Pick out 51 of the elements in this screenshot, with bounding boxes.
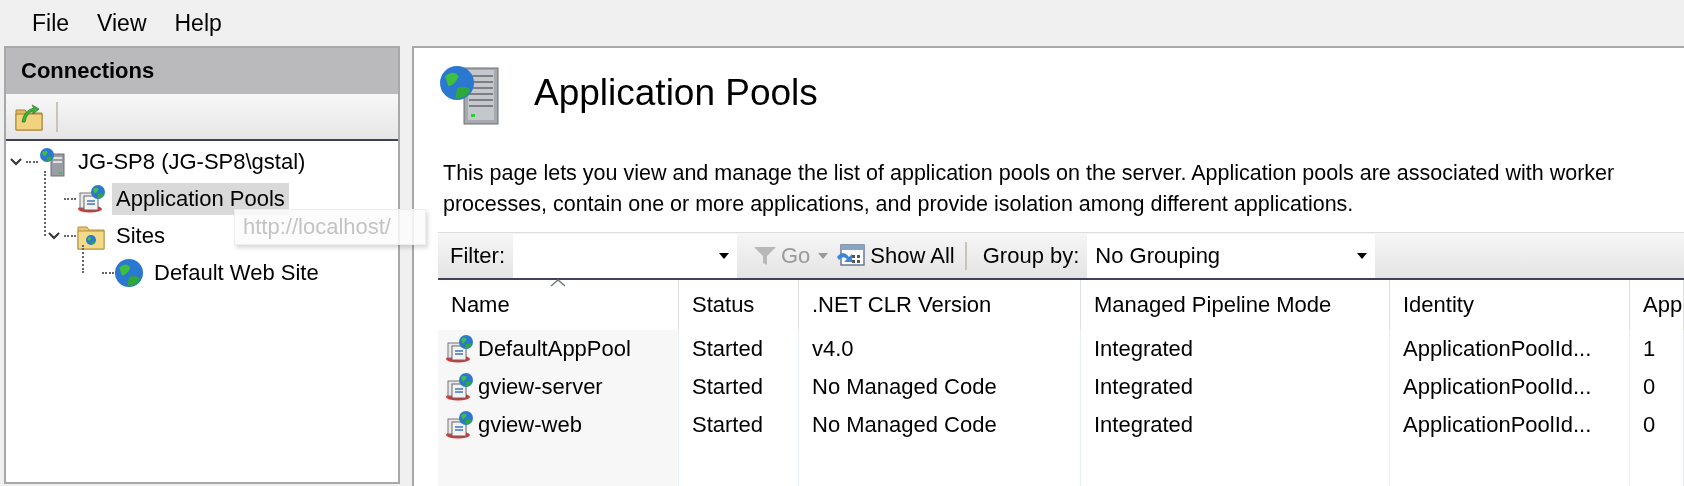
caret-icon: [1357, 252, 1368, 259]
panel-title: Connections: [6, 48, 398, 94]
tree-item[interactable]: Application Pools: [112, 182, 289, 215]
table-cell: Started: [692, 374, 763, 400]
menu-item[interactable]: Help: [160, 9, 236, 37]
table-cell: No Managed Code: [812, 412, 997, 438]
menu-item[interactable]: File: [18, 9, 84, 37]
column-header[interactable]: Status: [679, 280, 799, 330]
caret-icon: [719, 252, 729, 259]
app-pool-icon: [76, 183, 106, 214]
tree-item[interactable]: Default Web Site: [150, 256, 323, 289]
window-icon: [836, 242, 867, 269]
table-cell: 0: [1643, 374, 1656, 400]
tooltip: http://localhost/: [234, 209, 426, 245]
connector-line: [64, 197, 76, 200]
table-cell: v4.0: [812, 336, 854, 362]
table-cell: 0: [1643, 412, 1656, 438]
table-cell: Integrated: [1094, 412, 1194, 438]
app-pool-icon: [444, 410, 474, 440]
connector-line: [44, 171, 46, 236]
column-header[interactable]: Managed Pipeline Mode: [1081, 280, 1390, 330]
table-cell: No Managed Code: [812, 374, 997, 400]
menu-item[interactable]: View: [83, 9, 161, 37]
connector-line: [26, 160, 38, 163]
column-header[interactable]: App: [1630, 280, 1684, 330]
group-by-label: Group by:: [981, 242, 1081, 269]
table-cell: ApplicationPoolId...: [1403, 336, 1592, 362]
show-all-button[interactable]: Show All: [830, 242, 961, 269]
table-cell: Started: [692, 412, 763, 438]
table-cell: Started: [692, 336, 763, 362]
page-title: Application Pools: [534, 72, 818, 114]
page-description: This page lets you view and manage the list of application pools on the server. Application pools are associated with worker processes, contain one or more applications, and provide isolation among different applications.: [443, 160, 1616, 218]
funnel-icon: [753, 244, 777, 267]
connector-line: [82, 245, 84, 273]
column-header[interactable]: .NET CLR Version: [799, 280, 1081, 330]
caret-icon[interactable]: [818, 252, 829, 259]
filter-label: Filter:: [449, 242, 506, 269]
app-pool-icon: [444, 372, 474, 402]
group-by-dropdown[interactable]: No Grouping: [1087, 233, 1376, 278]
column-header[interactable]: Identity: [1390, 280, 1630, 330]
table-cell: ApplicationPoolId...: [1403, 412, 1592, 438]
app-pool-icon: [444, 334, 474, 364]
globe-icon: [114, 257, 144, 288]
table-cell: 1: [1643, 336, 1656, 362]
table-cell: ApplicationPoolId...: [1403, 374, 1592, 400]
tree-item[interactable]: Sites: [112, 219, 169, 252]
filter-field[interactable]: [513, 233, 737, 278]
server-icon: [38, 146, 68, 177]
table-cell: Integrated: [1094, 336, 1194, 362]
tree-item[interactable]: JG-SP8 (JG-SP8\gstal): [74, 145, 310, 178]
table-cell: Integrated: [1094, 374, 1194, 400]
